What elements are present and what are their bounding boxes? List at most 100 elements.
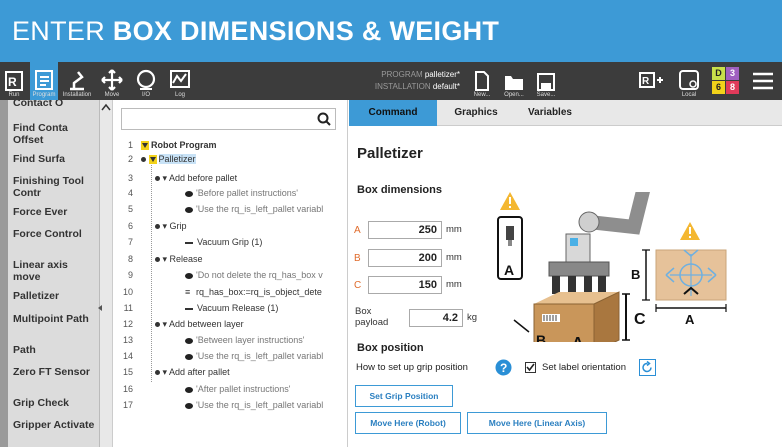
- line-number: 13: [122, 335, 133, 345]
- label-orientation-text: Set label orientation: [542, 362, 626, 373]
- box-a-label: A: [572, 335, 584, 342]
- line-number: 5: [127, 204, 133, 214]
- scroll-up-icon[interactable]: [100, 102, 112, 112]
- tree-row-6[interactable]: 6 ▾ Grip: [113, 219, 346, 233]
- installation-label: Installation: [62, 92, 92, 98]
- program-tab[interactable]: Program: [30, 62, 58, 100]
- tree-row-9[interactable]: 9 'Do not delete the rq_has_box v: [113, 268, 346, 282]
- log-tab[interactable]: Log: [166, 62, 194, 100]
- open-label: Open...: [504, 92, 524, 98]
- cmd-gripper-activate[interactable]: Gripper Activate: [13, 419, 98, 431]
- move-tab[interactable]: Move: [98, 62, 126, 100]
- tree-node-label: 'Before pallet instructions': [196, 188, 298, 198]
- io-tab[interactable]: I/O: [132, 62, 160, 100]
- badge-8: 8: [726, 81, 739, 94]
- payload-input[interactable]: 4.2: [409, 309, 463, 327]
- dim-b-input[interactable]: 200: [368, 249, 442, 267]
- tree-node-label: rq_has_box:=rq_is_object_dete: [196, 287, 322, 297]
- box-c-label: C: [634, 311, 646, 328]
- tree-row-3[interactable]: 3 ▾ Add before pallet: [113, 171, 346, 185]
- move-here-robot-button[interactable]: Move Here (Robot): [355, 412, 461, 434]
- assignment-icon: ≡: [185, 287, 191, 297]
- tree-node-label: 'After pallet instructions': [196, 384, 291, 394]
- line-number: 17: [122, 400, 133, 410]
- line-number: 9: [127, 270, 133, 280]
- dim-c-input[interactable]: 150: [368, 276, 442, 294]
- command-list: Contact O Find Conta Offset Find Surfa F…: [8, 100, 100, 447]
- new-file-icon: [475, 71, 489, 91]
- cmd-palletizer[interactable]: Palletizer: [13, 290, 98, 302]
- tab-variables[interactable]: Variables: [515, 100, 585, 126]
- speed-badges[interactable]: D 3 6 8: [712, 67, 740, 95]
- search-icon[interactable]: [317, 112, 331, 126]
- top-a-label: A: [685, 312, 695, 327]
- rotate-icon[interactable]: [639, 359, 656, 376]
- line-number: 4: [127, 188, 133, 198]
- label-orientation-checkbox[interactable]: [525, 362, 536, 373]
- comment-icon: [185, 206, 193, 213]
- line-number: 8: [127, 254, 133, 264]
- urplus-button[interactable]: R: [636, 62, 666, 100]
- collapse-triangle-icon[interactable]: [148, 155, 157, 165]
- dim-a-input[interactable]: 250: [368, 221, 442, 239]
- tree-row-2[interactable]: 2 Palletizer: [113, 152, 346, 166]
- tab-command[interactable]: Command: [349, 100, 437, 126]
- menu-button[interactable]: [752, 71, 774, 96]
- cmd-force-control[interactable]: Force Control: [13, 228, 98, 240]
- run-tab[interactable]: R Run: [2, 62, 26, 100]
- tree-row-1[interactable]: 1 Robot Program: [113, 138, 346, 152]
- tree-row-17[interactable]: 17 'Use the rq_is_left_pallet variabl: [113, 398, 346, 412]
- tree-node-label: Palletizer: [158, 154, 196, 164]
- grip-question-text: How to set up grip position: [356, 362, 468, 373]
- box-dimensions-heading: Box dimensions: [357, 184, 442, 196]
- badge-d: D: [712, 67, 725, 80]
- tree-row-11[interactable]: 11 Vacuum Release (1): [113, 301, 346, 315]
- line-number: 15: [122, 367, 133, 377]
- command-scrollbar[interactable]: [98, 100, 113, 447]
- tab-graphics[interactable]: Graphics: [441, 100, 511, 126]
- cmd-finishing-tool-control[interactable]: Finishing Tool Contr: [13, 175, 98, 199]
- tree-row-5[interactable]: 5 'Use the rq_is_left_pallet variabl: [113, 202, 346, 216]
- cmd-multipoint-path[interactable]: Multipoint Path: [13, 313, 98, 325]
- local-control-button[interactable]: Local: [674, 62, 704, 100]
- save-disk-icon: [537, 73, 555, 91]
- tree-row-12[interactable]: 12 ▾ Add between layer: [113, 317, 346, 331]
- tree-row-8[interactable]: 8 ▾ Release: [113, 252, 346, 266]
- cmd-linear-axis-move[interactable]: Linear axis move: [13, 259, 98, 283]
- tree-row-15[interactable]: 15 ▾ Add after pallet: [113, 365, 346, 379]
- help-question-icon[interactable]: ?: [495, 359, 512, 376]
- open-button[interactable]: Open...: [500, 62, 528, 100]
- cmd-find-contact-offset[interactable]: Find Conta Offset: [13, 122, 98, 146]
- cmd-contact-offset[interactable]: Contact O: [13, 100, 98, 109]
- installation-tab[interactable]: Installation: [60, 62, 94, 100]
- collapse-arrow-icon[interactable]: [94, 303, 106, 313]
- save-button[interactable]: Save...: [532, 62, 560, 100]
- cmd-force-event[interactable]: Force Ever: [13, 206, 98, 218]
- tree-row-16[interactable]: 16 'After pallet instructions': [113, 382, 346, 396]
- tree-node-label: Vacuum Grip (1): [197, 237, 263, 247]
- line-number: 12: [122, 319, 133, 329]
- dim-b-label: B: [354, 253, 361, 264]
- cmd-zero-ft-sensor[interactable]: Zero FT Sensor: [13, 366, 98, 378]
- cmd-grip-check[interactable]: Grip Check: [13, 397, 98, 409]
- cmd-find-surface[interactable]: Find Surfa: [13, 153, 98, 165]
- program-label: Program: [32, 92, 56, 98]
- move-here-linear-axis-button[interactable]: Move Here (Linear Axis): [467, 412, 607, 434]
- svg-text:R: R: [642, 76, 650, 87]
- cmd-path[interactable]: Path: [13, 344, 98, 356]
- tree-row-10[interactable]: 10 ≡ rq_has_box:=rq_is_object_dete: [113, 285, 346, 299]
- set-grip-position-button[interactable]: Set Grip Position: [355, 385, 453, 407]
- program-info: PROGRAM palletizer* INSTALLATION default…: [330, 69, 460, 93]
- collapse-triangle-icon[interactable]: [141, 141, 149, 151]
- tree-row-7[interactable]: 7 Vacuum Grip (1): [113, 235, 346, 249]
- tree-search-input[interactable]: [121, 108, 336, 130]
- banner-bold: BOX DIMENSIONS & WEIGHT: [112, 16, 500, 46]
- tree-row-13[interactable]: 13 'Between layer instructions': [113, 333, 346, 347]
- new-button[interactable]: New...: [468, 62, 496, 100]
- tree-row-14[interactable]: 14 'Use the rq_is_left_pallet variabl: [113, 349, 346, 363]
- action-icon: [185, 241, 193, 244]
- tree-row-4[interactable]: 4 'Before pallet instructions': [113, 186, 346, 200]
- comment-icon: [185, 190, 193, 197]
- tree-node-label: 'Do not delete the rq_has_box v: [196, 270, 323, 280]
- line-number: 6: [127, 221, 133, 231]
